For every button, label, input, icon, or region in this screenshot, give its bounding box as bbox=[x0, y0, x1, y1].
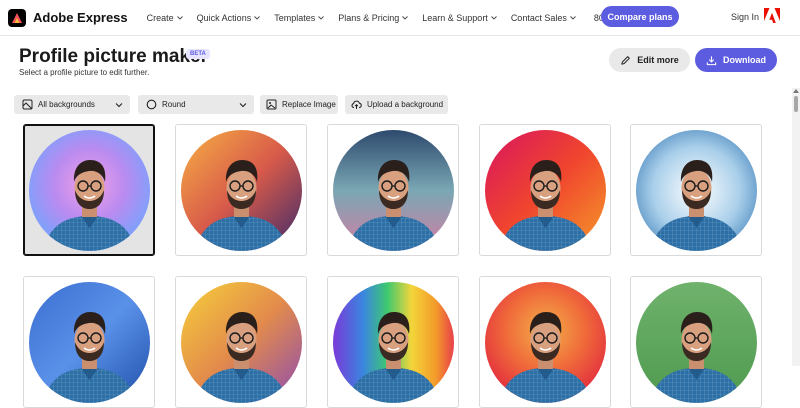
profile-card[interactable] bbox=[327, 276, 459, 408]
shape-dropdown[interactable]: Round bbox=[138, 95, 254, 114]
download-icon bbox=[706, 55, 717, 65]
compare-plans-button[interactable]: Compare plans bbox=[601, 6, 679, 27]
profile-avatar-image bbox=[485, 130, 606, 251]
cloud-upload-icon bbox=[351, 100, 362, 109]
profile-avatar-image bbox=[333, 282, 454, 403]
edit-more-label: Edit more bbox=[637, 55, 679, 65]
scroll-up-arrow-icon[interactable] bbox=[793, 89, 799, 93]
profile-card[interactable] bbox=[630, 276, 762, 408]
replace-image-label: Replace Image bbox=[282, 100, 336, 109]
upload-background-button[interactable]: Upload a background bbox=[345, 95, 448, 114]
brand-name: Adobe Express bbox=[33, 10, 128, 25]
upload-background-label: Upload a background bbox=[367, 100, 444, 109]
profile-avatar-image bbox=[181, 130, 302, 251]
replace-image-button[interactable]: Replace Image bbox=[260, 95, 338, 114]
backgrounds-dropdown[interactable]: All backgrounds bbox=[14, 95, 130, 114]
nav-label: Contact Sales bbox=[510, 12, 567, 23]
profile-avatar-image bbox=[181, 282, 302, 403]
chevron-down-icon bbox=[402, 15, 409, 20]
backgrounds-dropdown-label: All backgrounds bbox=[38, 100, 95, 109]
chevron-down-icon bbox=[490, 15, 497, 20]
nav-item-quick-actions[interactable]: Quick Actions bbox=[197, 13, 261, 23]
nav-item-contact-sales[interactable]: Contact Sales bbox=[511, 13, 576, 23]
replace-image-icon bbox=[266, 99, 277, 110]
top-nav: Adobe Express Create Quick Actions Templ… bbox=[0, 0, 800, 36]
profile-card[interactable] bbox=[327, 124, 459, 256]
nav-label: Plans & Pricing bbox=[338, 12, 400, 23]
profile-card[interactable] bbox=[479, 124, 611, 256]
adobe-logo-icon[interactable] bbox=[764, 8, 780, 23]
shape-dropdown-label: Round bbox=[162, 100, 186, 109]
page-subtitle: Select a profile picture to edit further… bbox=[19, 68, 150, 77]
chevron-down-icon bbox=[239, 103, 247, 108]
nav-item-plans-pricing[interactable]: Plans & Pricing bbox=[338, 12, 409, 23]
pencil-icon bbox=[621, 55, 631, 65]
beta-badge: BETA bbox=[186, 49, 210, 59]
nav-item-learn-support[interactable]: Learn & Support bbox=[422, 13, 497, 23]
chevron-down-icon bbox=[176, 15, 183, 20]
sign-in-link[interactable]: Sign In bbox=[731, 12, 759, 22]
scrollbar-thumb[interactable] bbox=[794, 96, 798, 112]
chevron-down-icon bbox=[570, 15, 576, 20]
circle-icon bbox=[146, 99, 157, 110]
profile-avatar-image bbox=[636, 282, 757, 403]
profile-card[interactable] bbox=[23, 124, 155, 256]
profile-card[interactable] bbox=[175, 276, 307, 408]
profile-avatar-image bbox=[636, 130, 757, 251]
profile-card[interactable] bbox=[23, 276, 155, 408]
profile-avatar-image bbox=[485, 282, 606, 403]
profile-avatar-image bbox=[29, 282, 150, 403]
image-grid-icon bbox=[22, 99, 33, 110]
nav-label: Learn & Support bbox=[422, 12, 488, 23]
nav-label: Create bbox=[146, 12, 174, 23]
chevron-down-icon bbox=[318, 15, 325, 20]
chevron-down-icon bbox=[254, 15, 261, 20]
scrollbar[interactable] bbox=[792, 88, 800, 366]
page-title: Profile picture maker bbox=[19, 46, 209, 67]
profile-avatar-image bbox=[333, 130, 454, 251]
chevron-down-icon bbox=[115, 103, 123, 108]
edit-more-button[interactable]: Edit more bbox=[609, 48, 690, 72]
nav-item-templates[interactable]: Templates bbox=[274, 12, 325, 23]
download-button[interactable]: Download bbox=[695, 48, 777, 72]
adobe-express-logo-icon bbox=[8, 8, 26, 27]
nav-item-create[interactable]: Create bbox=[147, 13, 183, 23]
nav-label: Templates bbox=[274, 12, 316, 23]
nav-label: Quick Actions bbox=[196, 12, 252, 23]
profile-card[interactable] bbox=[175, 124, 307, 256]
nav-menu: Create Quick Actions Templates Plans & P… bbox=[147, 13, 650, 23]
profile-card[interactable] bbox=[479, 276, 611, 408]
profile-card[interactable] bbox=[630, 124, 762, 256]
brand[interactable]: Adobe Express bbox=[8, 8, 128, 27]
download-label: Download bbox=[723, 55, 766, 65]
profile-avatar-image bbox=[29, 130, 150, 251]
